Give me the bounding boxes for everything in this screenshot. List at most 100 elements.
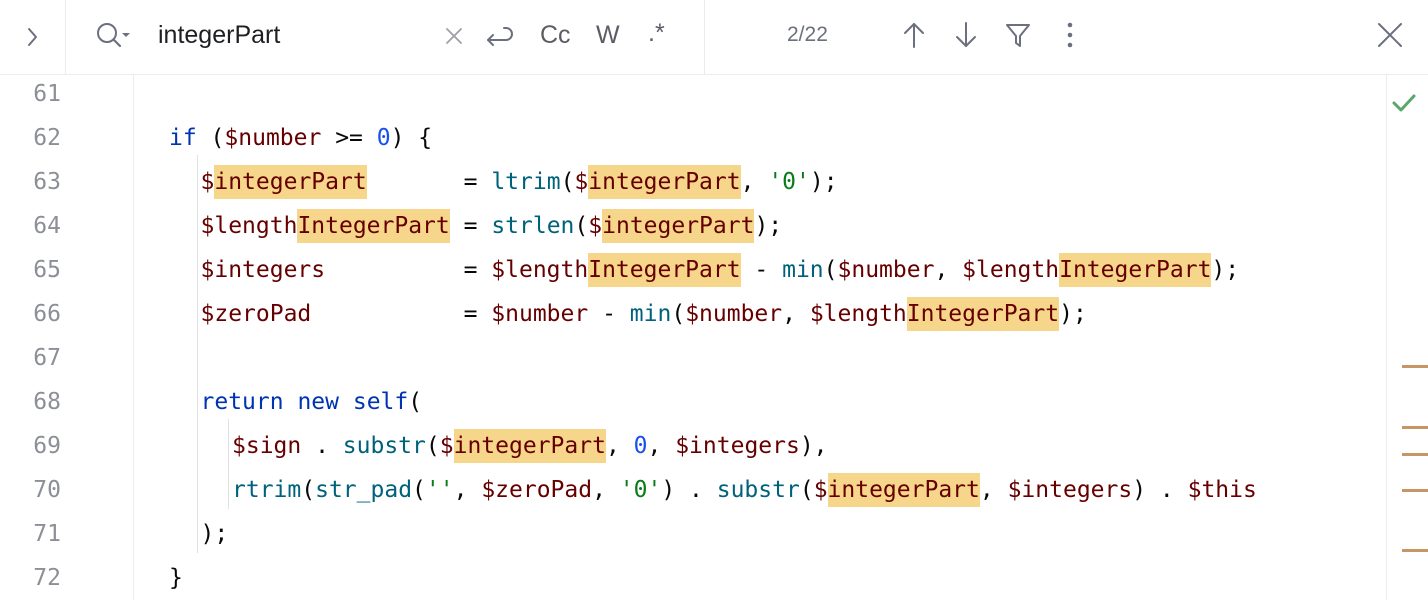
regex-button[interactable]: .* [648, 17, 665, 49]
scrollbar-occurrence-marker[interactable] [1402, 549, 1428, 552]
code-token: , [934, 257, 963, 283]
code-text[interactable]: $sign . substr($integerPart, 0, $integer… [232, 424, 828, 468]
line-number[interactable]: 67 [0, 336, 61, 380]
scrollbar-occurrence-marker[interactable] [1402, 489, 1428, 492]
code-token: , [647, 433, 676, 459]
code-text[interactable]: ); [201, 512, 229, 556]
line-number[interactable]: 69 [0, 424, 61, 468]
code-text[interactable]: rtrim(str_pad('', $zeroPad, '0') . subst… [232, 468, 1257, 512]
code-token: $number [224, 125, 322, 151]
code-line[interactable]: 64 $lengthIntegerPart = strlen($integerPa… [0, 204, 1428, 248]
code-token: >= [321, 125, 377, 151]
code-token: ( [408, 389, 423, 415]
line-number[interactable]: 70 [0, 468, 61, 512]
search-field[interactable]: integerPart Cc W .* [66, 0, 705, 74]
code-line[interactable]: 68 return new self( [0, 380, 1428, 424]
line-number[interactable]: 71 [0, 512, 61, 556]
code-line[interactable]: 63 $integerPart = ltrim($integerPart, '0'… [0, 160, 1428, 204]
search-match-highlight: IntegerPart [1059, 253, 1212, 287]
code-token: . [301, 433, 343, 459]
code-text[interactable]: $integers = $lengthIntegerPart - min($nu… [200, 248, 1239, 292]
whole-words-button[interactable]: W [596, 19, 620, 51]
close-icon [1378, 23, 1402, 47]
find-bar: integerPart Cc W .* 2/22 [0, 0, 1428, 75]
code-token: $ [439, 433, 454, 459]
code-text[interactable]: return new self( [201, 380, 423, 424]
code-token: new [297, 389, 339, 415]
new-line-icon [487, 27, 513, 46]
code-token: } [169, 565, 183, 591]
code-token: , [605, 433, 634, 459]
code-text[interactable]: if ($number >= 0) { [169, 116, 432, 160]
line-number[interactable]: 66 [0, 292, 61, 336]
code-token: min [629, 301, 672, 327]
filter-search-results-button[interactable] [1002, 19, 1034, 51]
line-number[interactable]: 65 [0, 248, 61, 292]
line-number[interactable]: 62 [0, 116, 61, 160]
code-token: ltrim [491, 169, 561, 195]
line-number[interactable]: 72 [0, 556, 61, 600]
scrollbar-occurrence-marker[interactable] [1402, 365, 1428, 368]
code-token: self [352, 389, 409, 415]
code-line[interactable]: 61 [0, 75, 1428, 116]
code-line[interactable]: 70 rtrim(str_pad('', $zeroPad, '0') . sub… [0, 468, 1428, 512]
code-token: '' [425, 477, 454, 503]
code-line[interactable]: 66 $zeroPad = $number - min($number, $len… [0, 292, 1428, 336]
code-line[interactable]: 67 [0, 336, 1428, 380]
expand-replace-button[interactable] [0, 0, 66, 74]
code-token: - [740, 257, 783, 283]
code-token: , [453, 477, 482, 503]
scrollbar-occurrence-marker[interactable] [1402, 453, 1428, 456]
line-number[interactable]: 64 [0, 204, 61, 248]
scrollbar-occurrence-marker[interactable] [1402, 426, 1428, 429]
code-text[interactable]: $integerPart = ltrim($integerPart, '0'); [201, 160, 838, 204]
inspections-ok-indicator[interactable] [1390, 89, 1418, 117]
code-token: ) { [390, 125, 433, 151]
code-token: $ [200, 169, 215, 195]
search-match-highlight: IntegerPart [297, 209, 450, 243]
code-line[interactable]: 72} [0, 556, 1428, 600]
line-number[interactable]: 61 [0, 75, 61, 116]
next-occurrence-button[interactable] [950, 18, 982, 52]
clear-search-button[interactable] [440, 22, 468, 50]
close-find-bar-button[interactable] [1372, 18, 1408, 52]
line-number[interactable]: 63 [0, 160, 61, 204]
code-token: ( [412, 477, 426, 503]
code-token: ) . [661, 477, 717, 503]
checkmark-icon [1392, 94, 1416, 112]
previous-occurrence-button[interactable] [898, 18, 930, 52]
code-token: , [740, 169, 769, 195]
search-match-highlight: integerPart [214, 165, 367, 199]
search-match-highlight: IntegerPart [906, 297, 1060, 331]
new-line-button[interactable] [480, 20, 516, 52]
more-vertical-icon [1067, 22, 1073, 48]
search-match-highlight: integerPart [453, 429, 606, 463]
code-token: = [325, 257, 492, 283]
code-token: ( [301, 477, 316, 503]
code-token: '0' [768, 169, 810, 195]
code-token: $ [813, 477, 828, 503]
code-line[interactable]: 65 $integers = $lengthIntegerPart - min($… [0, 248, 1428, 292]
code-token: , [782, 301, 810, 327]
arrow-down-icon [956, 22, 976, 47]
code-token: , [592, 477, 620, 503]
search-input[interactable]: integerPart [158, 19, 280, 51]
code-token: $number [491, 301, 589, 327]
search-history-button[interactable] [94, 20, 134, 52]
code-line[interactable]: 69 $sign . substr($integerPart, 0, $integ… [0, 424, 1428, 468]
code-token: ( [560, 169, 575, 195]
code-token: $integers [1007, 477, 1133, 503]
code-text[interactable]: } [169, 556, 183, 600]
code-token: $integers [200, 257, 326, 283]
code-token: str_pad [315, 477, 413, 503]
code-line[interactable]: 71); [0, 512, 1428, 556]
code-text[interactable]: $zeroPad = $number - min($number, $lengt… [201, 292, 1087, 336]
code-line[interactable]: 62 if ($number >= 0) { [0, 116, 1428, 160]
line-number[interactable]: 68 [0, 380, 61, 424]
match-case-button[interactable]: Cc [540, 19, 571, 51]
code-token: $zeroPad [200, 301, 312, 327]
more-options-button[interactable] [1056, 19, 1084, 51]
code-token: ); [200, 521, 229, 547]
code-text[interactable]: $lengthIntegerPart = strlen($integerPart… [201, 204, 782, 248]
code-editor[interactable]: 61 62 if ($number >= 0) {63 $integerPart = … [0, 75, 1428, 600]
